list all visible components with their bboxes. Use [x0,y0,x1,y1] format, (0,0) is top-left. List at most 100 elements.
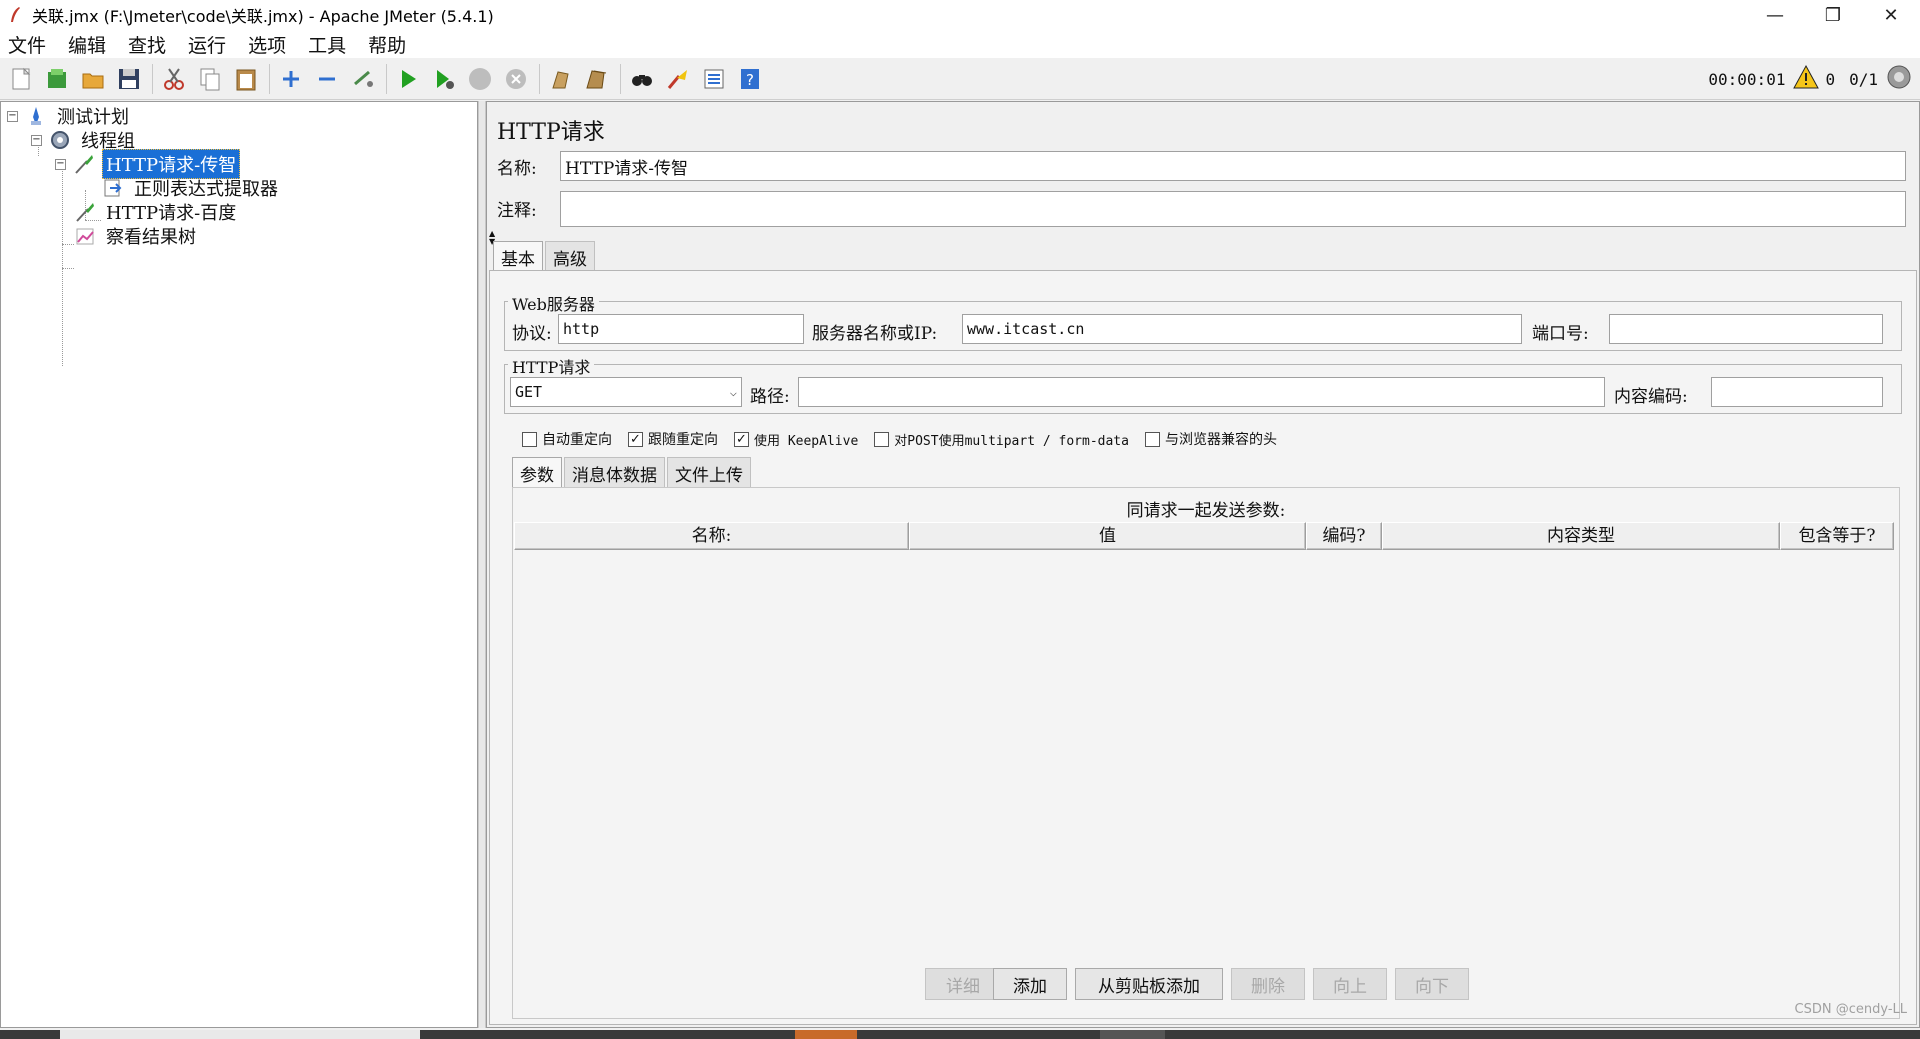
watermark: CSDN @cendy-LL [1794,1002,1907,1017]
parameters-table-header: 名称: 值 编码? 内容类型 包含等于? [514,522,1894,550]
port-field[interactable] [1609,314,1883,344]
add-button[interactable]: 添加 [993,968,1067,1000]
paste-icon[interactable] [231,64,261,94]
follow-redirect-checkbox[interactable]: ✓ 跟随重定向 [628,429,718,449]
main-tabs: 基本 高级 [493,241,597,273]
name-label: 名称: [497,159,537,179]
delete-button[interactable]: 删除 [1231,968,1305,1000]
close-button[interactable]: ✕ [1862,0,1920,30]
expand-icon[interactable] [276,64,306,94]
http-sampler-icon [72,152,96,176]
save-icon[interactable] [114,64,144,94]
comment-field[interactable] [560,191,1906,227]
browser-headers-checkbox[interactable]: 与浏览器兼容的头 [1144,429,1277,449]
cut-icon[interactable] [159,64,189,94]
checkbox-label: 使用 KeepAlive [754,433,859,449]
parameters-panel: 同请求一起发送参数: 名称: 值 编码? 内容类型 包含等于? 详细 添加 从剪… [512,487,1900,1019]
http-sampler-icon [73,200,97,224]
search-icon[interactable] [627,64,657,94]
column-include-equals[interactable]: 包含等于? [1780,522,1894,550]
protocol-field[interactable]: http [558,314,804,344]
checkbox-box[interactable] [874,431,890,447]
checkbox-box[interactable] [522,431,537,447]
thread-group-icon [48,128,72,152]
restore-button[interactable]: ❐ [1804,0,1862,30]
tab-basic[interactable]: 基本 [493,241,543,273]
detail-button[interactable]: 详细 [925,968,1001,1000]
encoding-field[interactable] [1711,377,1883,407]
checkbox-box[interactable]: ✓ [628,431,643,447]
method-select[interactable]: GET ⌵ [510,377,742,407]
copy-icon[interactable] [195,64,225,94]
move-up-button[interactable]: 向上 [1313,968,1387,1000]
menu-help[interactable]: 帮助 [366,31,408,58]
checkbox-box[interactable] [1144,431,1160,447]
remote-status-icon [1886,64,1912,94]
basic-tab-content: Web服务器 协议: http 服务器名称或IP: www.itcast.cn … [489,270,1917,1025]
collapse-icon[interactable] [312,64,342,94]
menu-options[interactable]: 选项 [246,31,288,58]
panel-title: HTTP请求 [497,120,605,145]
column-content-type[interactable]: 内容类型 [1382,522,1780,550]
stop-icon[interactable] [465,64,495,94]
name-field[interactable]: HTTP请求-传智 [560,151,1906,181]
chevron-down-icon: ⌵ [729,385,737,399]
title-bar: 关联.jmx (F:\Jmeter\code\关联.jmx) - Apache … [0,0,1920,30]
taskbar-strip [0,1030,1920,1039]
menu-edit[interactable]: 编辑 [66,31,108,58]
test-plan-tree: − 测试计划 − 线程组 − HTTP请求-传智 正则表达式提取器 HTTP请求… [0,101,478,1028]
clear-icon[interactable] [546,64,576,94]
column-encode[interactable]: 编码? [1306,522,1382,550]
keepalive-checkbox[interactable]: ✓ 使用 KeepAlive [734,430,858,449]
http-request-panel: HTTP请求 名称: HTTP请求-传智 注释: ▲▼ 基本 高级 Web服务器… [486,101,1920,1028]
tab-files-upload[interactable]: 文件上传 [667,457,751,489]
pane-splitter[interactable] [478,101,486,1028]
tree-expander[interactable]: − [7,110,18,122]
checkbox-box[interactable]: ✓ [734,431,749,447]
templates-icon[interactable] [42,64,72,94]
open-icon[interactable] [78,64,108,94]
parameters-table-body[interactable] [514,550,1898,950]
menu-file[interactable]: 文件 [6,31,48,58]
svg-text:?: ? [746,71,754,89]
tab-advanced[interactable]: 高级 [545,241,595,273]
start-icon[interactable] [393,64,423,94]
tree-expander[interactable]: − [55,158,66,170]
warning-icon[interactable] [1793,64,1820,94]
clear-all-icon[interactable] [582,64,612,94]
multipart-checkbox[interactable]: 对POST使用multipart / form-data [874,430,1129,449]
menu-run[interactable]: 运行 [186,31,228,58]
path-label: 路径: [750,387,790,407]
start-no-pause-icon[interactable] [429,64,459,94]
test-plan-icon [24,104,48,128]
reset-search-icon[interactable] [663,64,693,94]
help-icon[interactable]: ? [735,64,765,94]
path-field[interactable] [798,377,1605,407]
web-server-legend: Web服务器 [508,291,599,315]
column-value[interactable]: 值 [909,522,1306,550]
method-value: GET [515,383,543,401]
new-icon[interactable] [6,64,36,94]
protocol-label: 协议: [512,324,552,344]
move-down-button[interactable]: 向下 [1395,968,1469,1000]
checkbox-label: 自动重定向 [542,432,612,448]
menu-search[interactable]: 查找 [126,31,168,58]
column-name[interactable]: 名称: [514,522,909,550]
tree-expander[interactable]: − [31,134,42,146]
function-helper-icon[interactable] [699,64,729,94]
tab-parameters[interactable]: 参数 [512,457,562,489]
toggle-icon[interactable] [348,64,378,94]
shutdown-icon[interactable] [501,64,531,94]
add-from-clipboard-button[interactable]: 从剪贴板添加 [1075,968,1223,1000]
jmeter-feather-icon [8,6,22,24]
menu-tools[interactable]: 工具 [306,31,348,58]
server-field[interactable]: www.itcast.cn [962,314,1522,344]
tree-node-view-results-tree[interactable]: 察看结果树 [73,223,199,249]
server-label: 服务器名称或IP: [812,324,938,344]
comment-label: 注释: [497,201,537,221]
auto-redirect-checkbox[interactable]: 自动重定向 [522,429,612,449]
elapsed-timer: 00:00:01 [1708,69,1786,89]
minimize-button[interactable]: — [1746,0,1804,30]
tab-body-data[interactable]: 消息体数据 [564,457,665,489]
http-request-legend: HTTP请求 [508,354,595,378]
